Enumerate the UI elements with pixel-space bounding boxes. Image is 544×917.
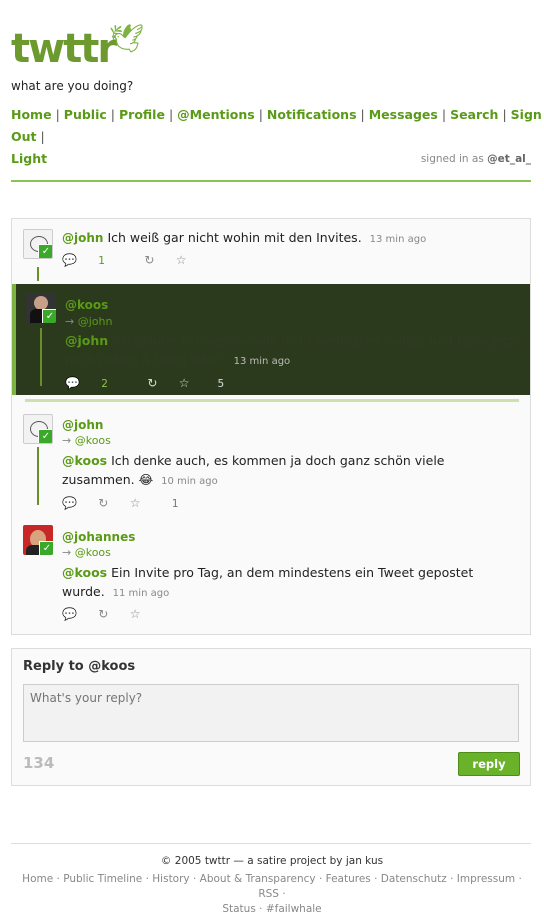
footer-link-history[interactable]: History (152, 873, 189, 885)
comment-icon[interactable]: 💬 (62, 496, 77, 510)
tweet-item: ✓ @john Ich weiß gar nicht wohin mit den… (12, 219, 530, 283)
reply-form: Reply to @koos 134 reply (11, 648, 531, 786)
signed-in-prefix: signed in as (420, 153, 484, 165)
comment-icon: 💬 (65, 376, 80, 390)
signed-in-user[interactable]: @et_al_ (487, 153, 531, 165)
thread-line (40, 328, 42, 386)
verified-check-icon: ✓ (38, 429, 52, 443)
reply-arrow-icon: → (65, 315, 75, 328)
in-reply-to: → @john (65, 315, 112, 328)
twttr-logo[interactable]: twttr 🕊 (11, 22, 151, 72)
tweet-item: ✓ @johannes → @koos @koos Ein Invite pro… (12, 521, 530, 631)
conversation-thread: ✓ @john Ich weiß gar nicht wohin mit den… (11, 218, 531, 635)
verified-check-icon: ✓ (42, 309, 56, 323)
selected-divider (25, 399, 519, 402)
star-icon: ☆ (129, 496, 141, 510)
star-icon[interactable]: ☆ (176, 253, 187, 267)
comment-icon: 💬 (62, 253, 77, 267)
in-reply-to-user[interactable]: @koos (75, 434, 111, 447)
tagline: what are you doing? (11, 79, 134, 93)
thread-line (37, 267, 39, 281)
avatar[interactable]: ✓ (23, 414, 53, 444)
in-reply-to: → @koos (62, 546, 111, 559)
nav-public[interactable]: Public (64, 107, 107, 122)
verified-check-icon: ✓ (38, 244, 52, 258)
favorite-action[interactable]: ☆ 1 (130, 496, 197, 510)
tweet-item-selected: ✓ @koos → @john @john ich glaube ich loe… (12, 284, 530, 395)
reply-arrow-icon: → (62, 546, 72, 559)
nav-messages[interactable]: Messages (369, 107, 438, 122)
header-divider (11, 180, 531, 182)
retweet-icon[interactable]: ↻ (147, 376, 157, 390)
reply-title: Reply to @koos (23, 659, 136, 674)
tweet-actions: 💬 1 ↻ ☆ (62, 253, 205, 267)
comment-icon[interactable]: 💬 (62, 607, 77, 621)
footer-links: Home · Public Timeline · History · About… (22, 873, 522, 915)
reply-action[interactable]: 💬 2 (65, 376, 126, 390)
footer-link-status[interactable]: Status (222, 903, 255, 915)
nav-search[interactable]: Search (450, 107, 498, 122)
nav-light-theme[interactable]: Light (11, 151, 47, 166)
footer-link-about[interactable]: About & Transparency (200, 873, 316, 885)
retweet-icon[interactable]: ↻ (144, 253, 154, 267)
in-reply-to-user[interactable]: @koos (75, 546, 111, 559)
reply-action[interactable]: 💬 1 (62, 253, 123, 267)
nav-mentions[interactable]: @Mentions (177, 107, 255, 122)
tweet-text: Ich weiß gar nicht wohin mit den Invites… (107, 230, 362, 245)
copyright: © 2005 twttr — a satire project by jan k… (160, 855, 384, 867)
favorite-action[interactable]: ☆ 5 (179, 376, 242, 390)
bird-icon: 🕊 (109, 22, 145, 55)
tweet-time[interactable]: 11 min ago (113, 588, 170, 599)
avatar[interactable]: ✓ (23, 525, 53, 555)
nav-home[interactable]: Home (11, 107, 52, 122)
tweet-time[interactable]: 10 min ago (161, 476, 218, 487)
tweet-time[interactable]: 13 min ago (370, 234, 427, 245)
tweet-author[interactable]: @john (62, 231, 103, 245)
footer-divider (11, 843, 531, 844)
in-reply-to: → @koos (62, 434, 111, 447)
nav-notifications[interactable]: Notifications (267, 107, 357, 122)
tweet-actions: 💬 ↻ ☆ 1 (62, 496, 215, 510)
signed-in-info: signed in as @et_al_ (421, 153, 531, 165)
tweet-actions: 💬 2 ↻ ☆ 5 (65, 376, 260, 390)
footer-link-failwhale[interactable]: #failwhale (266, 903, 322, 915)
tweet-mention[interactable]: @koos (62, 453, 107, 468)
tweet-actions: 💬 ↻ ☆ (62, 607, 158, 621)
verified-check-icon: ✓ (39, 541, 53, 555)
reply-arrow-icon: → (62, 434, 72, 447)
retweet-icon[interactable]: ↻ (98, 607, 108, 621)
footer-link-public-timeline[interactable]: Public Timeline (63, 873, 142, 885)
tweet-mention[interactable]: @koos (62, 565, 107, 580)
tweet-text: Ich denke auch, es kommen ja doch ganz s… (62, 453, 445, 487)
tweet-time[interactable]: 13 min ago (234, 356, 291, 367)
tweet-author[interactable]: @koos (65, 298, 108, 312)
star-icon[interactable]: ☆ (130, 607, 141, 621)
logo-text: twttr (11, 26, 117, 72)
reply-button[interactable]: reply (458, 752, 520, 776)
tweet-author[interactable]: @john (62, 418, 103, 432)
char-counter: 134 (23, 754, 55, 772)
tweet-item: ✓ @john → @koos @koos Ich denke auch, es… (12, 409, 530, 519)
tweet-author[interactable]: @johannes (62, 530, 135, 544)
nav-profile[interactable]: Profile (119, 107, 165, 122)
star-icon: ☆ (178, 376, 190, 390)
thread-line (37, 447, 39, 505)
footer-link-features[interactable]: Features (326, 873, 371, 885)
in-reply-to-user[interactable]: @john (78, 315, 113, 328)
retweet-icon[interactable]: ↻ (98, 496, 108, 510)
footer-link-rss[interactable]: RSS (258, 888, 279, 900)
reply-input[interactable] (23, 684, 519, 742)
avatar[interactable]: ✓ (26, 293, 56, 323)
footer-link-impressum[interactable]: Impressum (457, 873, 515, 885)
tweet-text: ich glaube ich loesche alle nicht benutz… (65, 333, 521, 367)
tweet-mention[interactable]: @john (65, 333, 108, 348)
footer-link-home[interactable]: Home (22, 873, 53, 885)
avatar[interactable]: ✓ (23, 229, 53, 259)
footer-link-datenschutz[interactable]: Datenschutz (381, 873, 447, 885)
